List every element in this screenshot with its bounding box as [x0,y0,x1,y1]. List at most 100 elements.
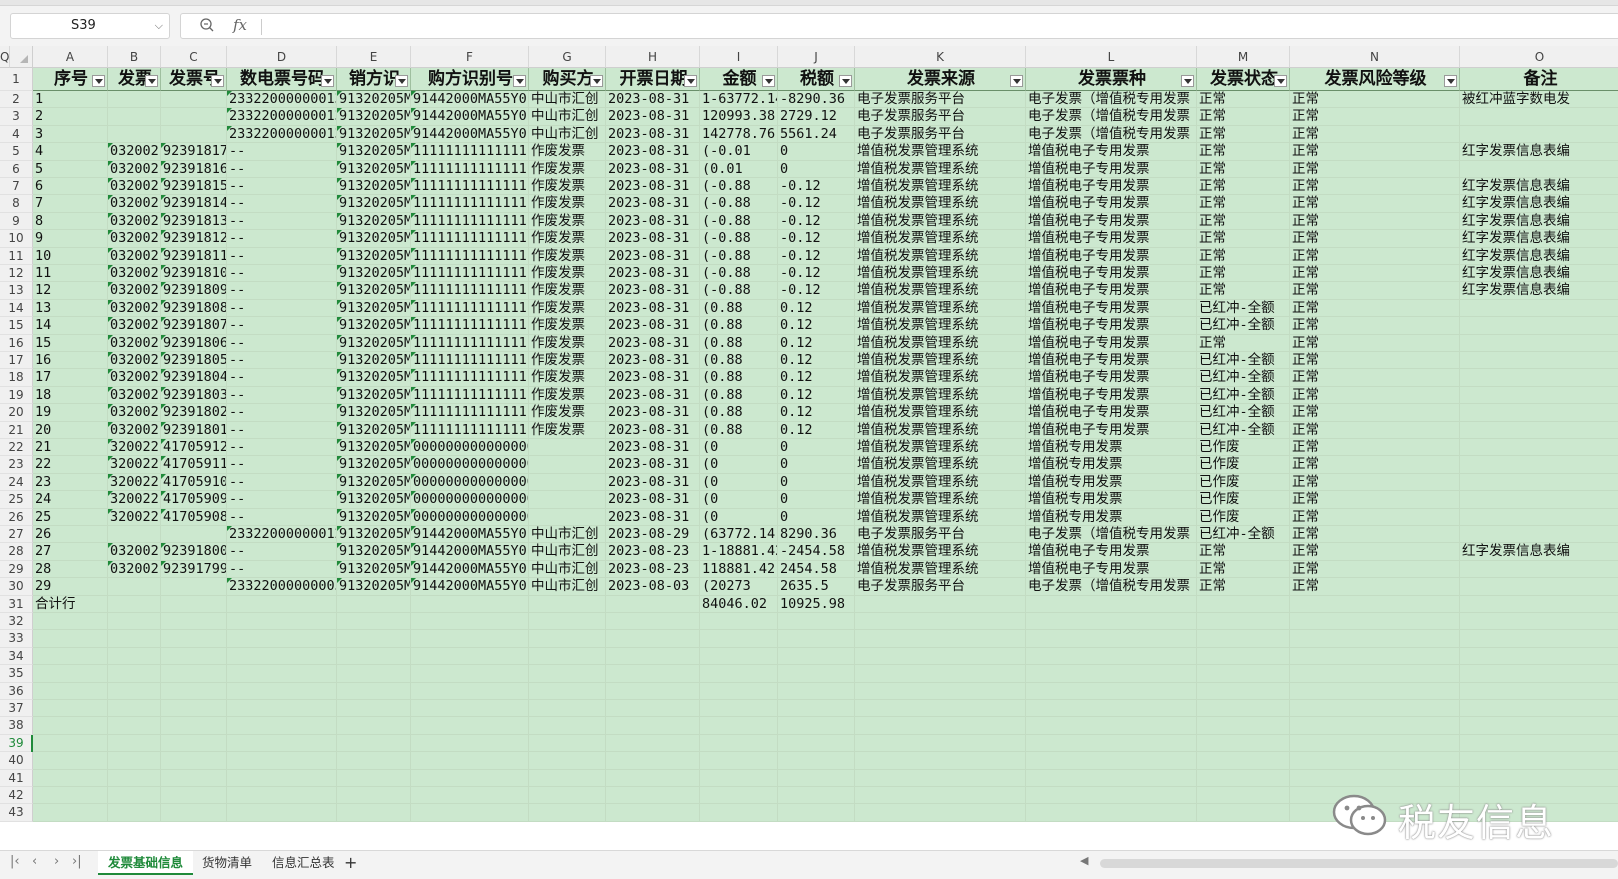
empty-cell[interactable] [606,752,700,770]
cell-digital-invoice-number[interactable]: -- [227,334,337,352]
cell-buyer-id[interactable]: 000000000000000 [411,456,529,474]
cell-invoice-code[interactable]: 032002 [108,282,161,300]
empty-cell[interactable] [33,769,108,787]
cell-tax[interactable]: -0.12 [778,212,855,231]
cell-buyer-name[interactable]: 作废发票 [529,230,606,248]
header-cell-seq[interactable]: 序号 [33,68,108,91]
cell-tax[interactable]: 0.12 [778,421,855,439]
cell-remark[interactable]: 红字发票信息表编 [1460,265,1618,283]
cell-seller-id[interactable]: 91320205M [337,439,411,457]
cell-buyer-name[interactable]: 中山市汇创 [529,91,606,109]
column-header-O[interactable]: O [1460,46,1618,68]
cell-invoice-number[interactable]: 92391799 [161,560,227,579]
cell-issue-date[interactable]: 2023-08-31 [606,508,700,526]
cell-issue-date[interactable]: 2023-08-31 [606,265,700,283]
filter-dropdown-icon[interactable] [321,75,334,87]
empty-cell[interactable] [161,769,227,787]
cell-invoice-source[interactable]: 增值税发票管理系统 [855,456,1026,474]
empty-cell[interactable] [227,647,337,666]
cell-remark[interactable]: 红字发票信息表编 [1460,543,1618,561]
last-sheet-icon[interactable]: ›| [72,854,82,869]
cell-invoice-number[interactable]: 92391804 [161,369,227,387]
cell-invoice-type[interactable]: 增值税电子专用发票 [1026,404,1197,422]
cell-buyer-id[interactable]: 000000000000000 [411,439,529,457]
cell-invoice-type[interactable]: 增值税电子专用发票 [1026,543,1197,561]
empty-cell[interactable] [1460,613,1618,631]
cell-invoice-source[interactable]: 电子发票服务平台 [855,108,1026,126]
empty-cell[interactable] [108,717,161,735]
cell-issue-date[interactable]: 2023-08-03 [606,578,700,596]
empty-cell[interactable] [337,630,411,648]
cell-invoice-type[interactable]: 增值税电子专用发票 [1026,560,1197,579]
cell-issue-date[interactable]: 2023-08-31 [606,491,700,509]
empty-cell[interactable] [778,769,855,787]
empty-cell[interactable] [227,665,337,683]
cell-seller-id[interactable]: 91320205M [337,578,411,596]
row-header-40[interactable]: 40 [0,752,33,770]
empty-cell[interactable] [855,769,1026,787]
row-header-23[interactable]: 23 [0,456,33,474]
cell-invoice-code[interactable] [108,125,161,144]
cell-remark[interactable]: 红字发票信息表编 [1460,178,1618,196]
empty-cell[interactable] [1290,613,1460,631]
row-header-19[interactable]: 19 [0,386,33,405]
cell-buyer-name[interactable]: 中山市汇创 [529,578,606,596]
cell-tax[interactable]: 0 [778,456,855,474]
cell-invoice-status[interactable]: 正常 [1197,212,1290,231]
cell-buyer-name[interactable]: 作废发票 [529,247,606,265]
cell-invoice-source[interactable]: 电子发票服务平台 [855,578,1026,596]
row-header-22[interactable]: 22 [0,439,33,457]
cell-seq[interactable]: 合计行 [33,595,108,613]
cell-seller-id[interactable]: 91320205M [337,125,411,144]
cell-risk-level[interactable]: 正常 [1290,317,1460,335]
cell-buyer-id[interactable]: 111111111111111 [411,247,529,265]
empty-cell[interactable] [778,630,855,648]
cell-invoice-number[interactable] [161,526,227,544]
row-header-29[interactable]: 29 [0,560,33,579]
empty-cell[interactable] [411,769,529,787]
row-header-43[interactable]: 43 [0,804,33,822]
cell-remark[interactable] [1460,456,1618,474]
empty-cell[interactable] [1197,700,1290,718]
cell-invoice-status[interactable]: 已红冲-全额 [1197,421,1290,439]
row-header-41[interactable]: 41 [0,769,33,787]
cell-seller-id[interactable]: 91320205M [337,317,411,335]
cell-seq[interactable]: 22 [33,456,108,474]
cell-invoice-status[interactable]: 正常 [1197,143,1290,161]
cell-seq[interactable]: 2 [33,108,108,126]
cell-issue-date[interactable]: 2023-08-31 [606,282,700,300]
empty-cell[interactable] [337,717,411,735]
cell-buyer-name[interactable]: 作废发票 [529,178,606,196]
empty-cell[interactable] [1290,769,1460,787]
empty-cell[interactable] [1026,769,1197,787]
row-header-15[interactable]: 15 [0,317,33,335]
cell-seller-id[interactable]: 91320205M [337,369,411,387]
cell-buyer-name[interactable]: 作废发票 [529,369,606,387]
cell-seller-id[interactable]: 91320205M [337,108,411,126]
filter-dropdown-icon[interactable] [762,75,775,87]
empty-cell[interactable] [227,613,337,631]
cell-invoice-status[interactable]: 已作废 [1197,456,1290,474]
row-header-11[interactable]: 11 [0,247,33,265]
cell-issue-date[interactable]: 2023-08-31 [606,334,700,352]
cell-buyer-name[interactable]: 中山市汇创 [529,108,606,126]
horizontal-scrollbar[interactable] [1100,859,1618,868]
cell-invoice-number[interactable]: 92391812 [161,230,227,248]
cell-invoice-status[interactable]: 正常 [1197,282,1290,300]
cell-tax[interactable]: -0.12 [778,230,855,248]
cell-invoice-type[interactable]: 增值税电子专用发票 [1026,282,1197,300]
cell-buyer-name[interactable]: 作废发票 [529,386,606,405]
cell-invoice-status[interactable]: 已作废 [1197,508,1290,526]
cell-invoice-code[interactable]: 032002 [108,404,161,422]
empty-cell[interactable] [161,682,227,700]
empty-cell[interactable] [1290,647,1460,666]
cell-amount[interactable]: (0 [700,439,778,457]
cell-invoice-source[interactable]: 增值税发票管理系统 [855,195,1026,213]
empty-cell[interactable] [1197,769,1290,787]
cell-invoice-source[interactable]: 增值税发票管理系统 [855,212,1026,231]
cell-invoice-source[interactable]: 增值税发票管理系统 [855,369,1026,387]
empty-cell[interactable] [411,613,529,631]
empty-cell[interactable] [855,700,1026,718]
cell-tax[interactable]: 8290.36 [778,526,855,544]
empty-cell[interactable] [778,804,855,822]
